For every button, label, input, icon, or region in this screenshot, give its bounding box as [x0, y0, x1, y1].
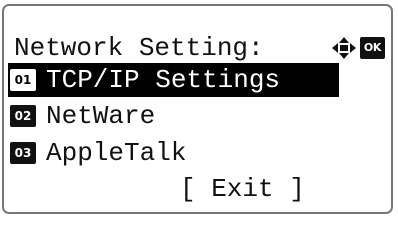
ok-key-icon: OK [360, 37, 385, 59]
item-number-badge: 02 [10, 105, 36, 127]
header-row: Network Setting: OK [8, 31, 387, 65]
exit-button[interactable]: [ Exit ] [180, 172, 305, 206]
menu-item-label: NetWare [46, 101, 156, 131]
page-title: Network Setting: [14, 33, 264, 63]
item-number-badge: 03 [10, 142, 36, 164]
item-number-badge: 01 [10, 69, 36, 91]
lcd-panel: Network Setting: OK 01 TCP/IP Settings 0… [2, 4, 393, 214]
menu-item-appletalk[interactable]: 03 AppleTalk [8, 136, 387, 170]
menu-item-label: TCP/IP Settings [46, 65, 281, 95]
menu-item-tcpip-settings[interactable]: 01 TCP/IP Settings [8, 63, 339, 97]
four-way-arrow-icon [332, 37, 356, 59]
menu-item-label: AppleTalk [46, 138, 187, 168]
menu-item-netware[interactable]: 02 NetWare [8, 99, 387, 133]
nav-indicator: OK [331, 36, 385, 60]
